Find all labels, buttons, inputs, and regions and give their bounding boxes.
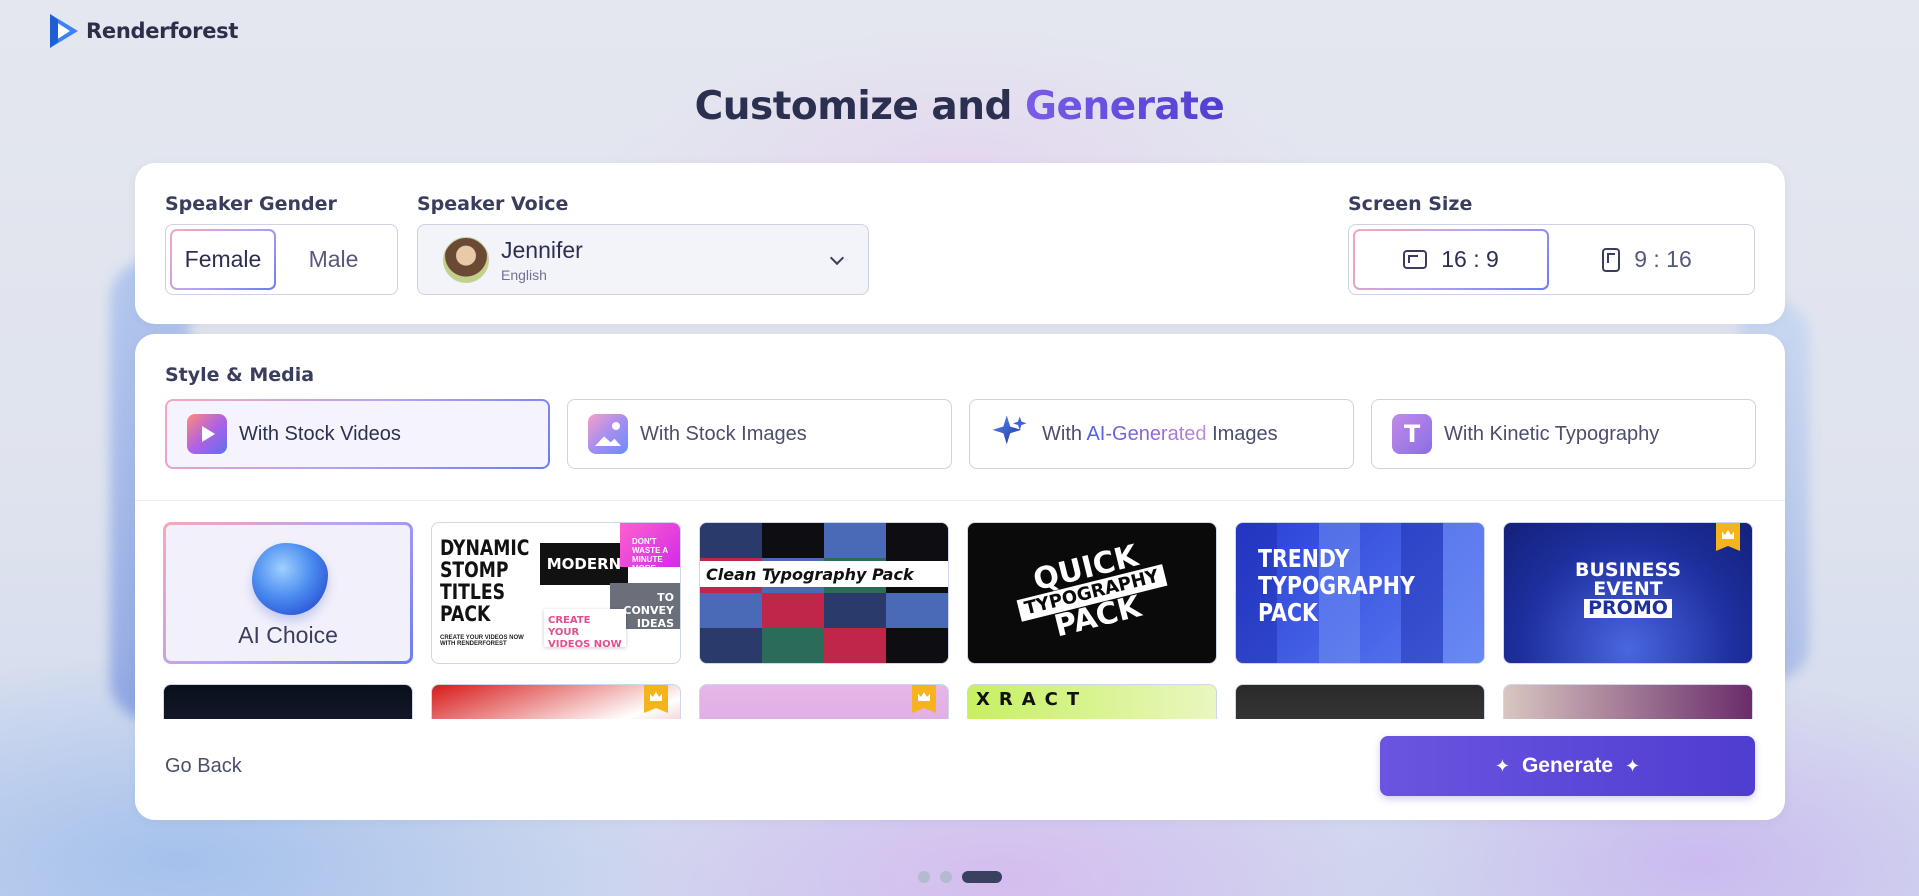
tab-label: With Kinetic Typography (1444, 422, 1660, 445)
tab-stock-videos[interactable]: With Stock Videos (165, 399, 550, 469)
template-title: QUICK TYPOGRAPHY PACK (1010, 537, 1174, 649)
pager-dot[interactable] (918, 871, 930, 883)
step-pager (918, 871, 1002, 883)
template-title: TRENDY TYPOGRAPHY PACK (1258, 544, 1415, 627)
portrait-icon (1602, 247, 1621, 272)
renderforest-logo-icon (50, 14, 78, 48)
premium-crown-icon (644, 685, 668, 713)
generate-label: Generate (1521, 754, 1614, 777)
footer-bar: Go Back ✦ Generate ✦ (135, 719, 1785, 820)
go-back-button[interactable]: Go Back (165, 755, 242, 778)
tab-label-accent: AI-Generated (1086, 422, 1207, 445)
premium-crown-icon (1716, 523, 1740, 551)
title-prefix: Customize and (694, 84, 1026, 129)
template-title: BUSINESS EVENT PROMO (1504, 561, 1752, 618)
divider (135, 500, 1785, 501)
title-accent: Generate (1025, 84, 1225, 129)
gender-option-female[interactable]: Female (170, 229, 276, 290)
page-title: Customize and Generate (0, 84, 1919, 129)
style-media-card: Style & Media With Stock Videos With Sto… (135, 334, 1785, 820)
tab-stock-images[interactable]: With Stock Images (567, 399, 952, 469)
template-thumbnail (700, 523, 948, 663)
screen-size-16-9-label: 16 : 9 (1441, 246, 1499, 272)
settings-card: Speaker Gender Female Male Speaker Voice… (135, 163, 1785, 324)
speaker-gender-toggle: Female Male (165, 224, 398, 295)
gender-option-male[interactable]: Male (276, 229, 391, 290)
tab-label: With Stock Images (640, 422, 807, 445)
screen-size-16-9[interactable]: 16 : 9 (1353, 229, 1549, 290)
pager-dot[interactable] (940, 871, 952, 883)
tab-label: With AI-Generated Images (1042, 423, 1278, 446)
screen-size-toggle: 16 : 9 9 : 16 (1348, 224, 1755, 295)
template-text: PROMO (1584, 599, 1672, 618)
template-text: DON'T WASTE A MINUTE MORE (620, 523, 680, 573)
landscape-icon (1403, 250, 1428, 269)
ai-sparkle-icon (992, 415, 1027, 445)
tab-label: With Stock Videos (239, 422, 401, 445)
tab-ai-generated-images[interactable]: With AI-Generated Images (969, 399, 1354, 469)
screen-size-9-16[interactable]: 9 : 16 (1549, 229, 1745, 290)
stock-image-icon (588, 414, 628, 454)
template-title: DYNAMIC STOMP TITLES PACK (440, 536, 530, 626)
template-clean-typography[interactable]: Clean Typography Pack (699, 522, 949, 664)
template-title: Clean Typography Pack (700, 561, 948, 587)
typography-icon: T (1392, 414, 1432, 454)
tab-kinetic-typography[interactable]: T With Kinetic Typography (1371, 399, 1756, 469)
template-business-event[interactable]: BUSINESS EVENT PROMO (1503, 522, 1753, 664)
stock-video-icon (187, 414, 227, 454)
template-text: XRACT (976, 689, 1089, 710)
template-dynamic-stomp[interactable]: DYNAMIC STOMP TITLES PACK MODERN DON'T W… (431, 522, 681, 664)
pager-dot-active[interactable] (962, 871, 1002, 883)
screen-size-9-16-label: 9 : 16 (1634, 246, 1692, 272)
template-text: CREATE YOUR VIDEOS NOW WITH RENDERFOREST (440, 635, 524, 647)
template-text: MODERN (540, 543, 628, 585)
voice-avatar (443, 236, 489, 283)
speaker-voice-select[interactable]: Jennifer English (417, 224, 869, 295)
tab-label-suffix: Images (1206, 422, 1278, 445)
template-text: CREATE YOUR VIDEOS NOW (544, 609, 626, 650)
template-quick-typography[interactable]: QUICK TYPOGRAPHY PACK (967, 522, 1217, 664)
chevron-down-icon (829, 250, 845, 266)
sparkle-icon: ✦ (1625, 755, 1641, 776)
premium-crown-icon (912, 685, 936, 713)
ai-choice-label: AI Choice (238, 622, 338, 648)
style-tabs: With Stock Videos With Stock Images With… (165, 399, 1756, 469)
brand-name: Renderforest (86, 19, 239, 43)
voice-name: Jennifer (501, 236, 583, 263)
speaker-voice-label: Speaker Voice (417, 193, 569, 215)
generate-button[interactable]: ✦ Generate ✦ (1380, 736, 1755, 796)
screen-size-label: Screen Size (1348, 193, 1473, 215)
voice-language: English (501, 266, 547, 283)
sparkle-icon: ✦ (1494, 755, 1510, 776)
ai-blob-icon (252, 543, 328, 615)
template-ai-choice[interactable]: AI Choice (163, 522, 413, 664)
tab-label-prefix: With (1042, 422, 1087, 445)
template-trendy-typography[interactable]: TRENDY TYPOGRAPHY PACK (1235, 522, 1485, 664)
brand-logo[interactable]: Renderforest (48, 12, 238, 50)
speaker-gender-label: Speaker Gender (165, 193, 337, 215)
style-media-label: Style & Media (165, 364, 315, 386)
